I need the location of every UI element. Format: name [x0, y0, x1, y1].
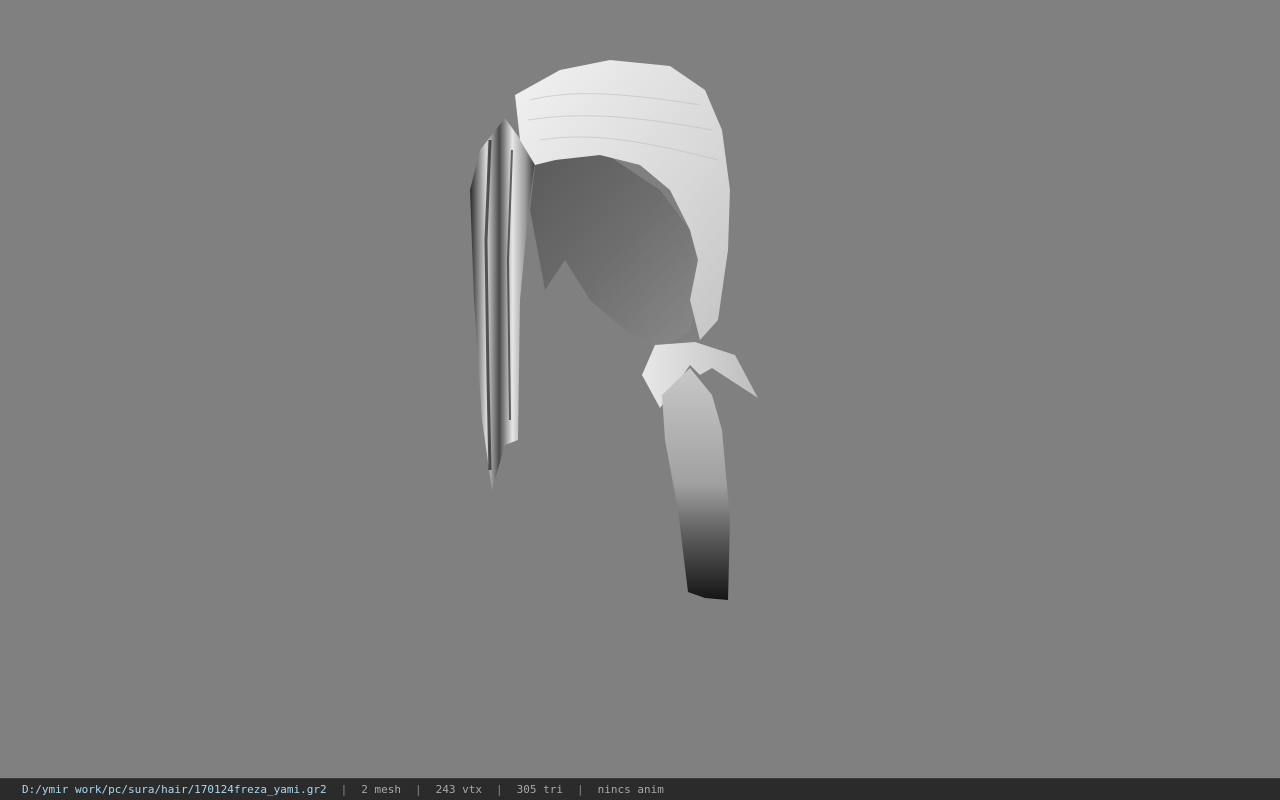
triangle-count: 305 tri [516, 783, 563, 796]
status-separator: | [576, 783, 584, 796]
status-separator: | [415, 783, 422, 796]
hair-side-lock [470, 118, 535, 490]
status-separator: | [496, 783, 503, 796]
animation-status: nincs anim [597, 783, 664, 796]
file-path: D:/ymir work/pc/sura/hair/170124freza_ya… [22, 783, 327, 796]
status-bar: D:/ymir work/pc/sura/hair/170124freza_ya… [0, 778, 1280, 800]
hair-ponytail [662, 368, 730, 600]
status-separator: | [340, 783, 348, 796]
mesh-count: 2 mesh [361, 783, 402, 796]
hair-mesh-model [470, 60, 758, 600]
vertex-count: 243 vtx [435, 783, 482, 796]
3d-viewport[interactable] [0, 0, 1280, 778]
